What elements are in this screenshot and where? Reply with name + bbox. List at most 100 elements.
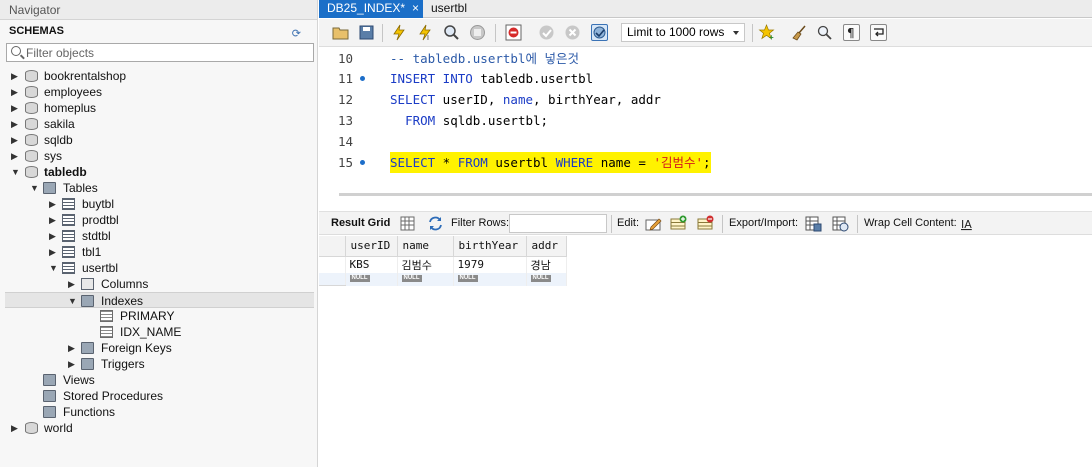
tree-columns-folder[interactable]: ▶ Columns [0,276,318,292]
tree-label: prodtbl [82,213,119,227]
table-icon [62,214,75,226]
table-stdtbl[interactable]: ▶ stdtbl [0,228,318,244]
expand-arrow-icon[interactable]: ▶ [68,340,78,356]
table-buytbl[interactable]: ▶ buytbl [0,196,318,212]
collapse-arrow-icon[interactable]: ▼ [30,180,40,196]
commit-icon[interactable] [538,24,555,41]
filter-rows-input[interactable] [509,214,607,233]
edit-label: Edit: [617,217,640,229]
limit-rows-select[interactable]: Limit to 1000 rows [621,23,745,42]
index-primary[interactable]: PRIMARY [0,308,318,324]
tree-stored-procedures-folder[interactable]: Stored Procedures [0,388,318,404]
null-cell[interactable]: NULL [345,272,398,286]
invisible-characters-icon[interactable]: ¶ [843,24,860,41]
expand-arrow-icon[interactable]: ▶ [49,212,59,228]
expand-arrow-icon[interactable]: ▶ [11,68,21,84]
row-header-corner[interactable] [319,236,346,257]
table-row[interactable]: KBS 김범수 1979 경남 [319,256,567,273]
word-wrap-icon[interactable] [870,24,887,41]
toolbar-separator [857,215,858,233]
tree-views-folder[interactable]: Views [0,372,318,388]
expand-arrow-icon[interactable]: ▶ [68,276,78,292]
tree-triggers-folder[interactable]: ▶ Triggers [0,356,318,372]
null-cell[interactable]: NULL [526,272,567,286]
index-idx-name[interactable]: IDX_NAME [0,324,318,340]
insert-row-icon[interactable] [670,215,687,232]
expand-arrow-icon[interactable]: ▶ [49,244,59,260]
table-prodtbl[interactable]: ▶ prodtbl [0,212,318,228]
expand-arrow-icon[interactable]: ▶ [11,116,21,132]
table-usertbl[interactable]: ▼ usertbl [0,260,318,276]
expand-arrow-icon[interactable]: ▶ [11,420,21,436]
stop-icon[interactable] [469,24,486,41]
close-tab-icon[interactable]: × [412,0,419,17]
collapse-arrow-icon[interactable]: ▼ [49,260,59,276]
sql-editor[interactable]: 10 -- tabledb.usertbl에 넣은것 11 INSERT INT… [319,48,1092,187]
filter-objects-input[interactable] [26,45,306,60]
table-tbl1[interactable]: ▶ tbl1 [0,244,318,260]
rollback-icon[interactable] [564,24,581,41]
row-header[interactable] [319,272,346,286]
editor-horizontal-scrollbar[interactable] [339,193,1092,196]
collapse-arrow-icon[interactable]: ▼ [68,293,78,309]
edit-row-icon[interactable] [645,215,662,232]
save-icon[interactable] [358,24,375,41]
schema-homeplus[interactable]: ▶ homeplus [0,100,318,116]
expand-arrow-icon[interactable]: ▶ [49,196,59,212]
refresh-icon[interactable] [427,215,444,232]
explain-icon[interactable] [443,24,460,41]
schema-world[interactable]: ▶ world [0,420,318,436]
add-snippet-star-icon[interactable]: + [758,24,775,41]
expand-arrow-icon[interactable]: ▶ [11,84,21,100]
cell-userid[interactable]: KBS [345,256,398,273]
expand-arrow-icon[interactable]: ▶ [11,132,21,148]
export-icon[interactable] [805,215,822,232]
null-cell[interactable]: NULL [397,272,454,286]
schema-employees[interactable]: ▶ employees [0,84,318,100]
tab-usertbl[interactable]: usertbl [423,0,467,18]
column-header-addr[interactable]: addr [526,236,567,257]
column-header-name[interactable]: name [397,236,454,257]
collapse-arrow-icon[interactable]: ▼ [11,164,21,180]
find-replace-icon[interactable] [816,24,833,41]
wrap-cell-content-icon[interactable]: IA [959,216,976,233]
expand-arrow-icon[interactable]: ▶ [11,100,21,116]
autocommit-toggle-icon[interactable] [591,24,608,41]
refresh-schemas-icon[interactable]: ⟳ [292,23,301,45]
schema-bookrentalshop[interactable]: ▶ bookrentalshop [0,68,318,84]
cell-birthyear[interactable]: 1979 [453,256,527,273]
expand-arrow-icon[interactable]: ▶ [11,148,21,164]
tree-tables-folder[interactable]: ▼ Tables [0,180,318,196]
schema-sakila[interactable]: ▶ sakila [0,116,318,132]
schema-sys[interactable]: ▶ sys [0,148,318,164]
filter-objects-box[interactable] [6,43,314,62]
new-row-placeholder[interactable]: NULL NULL NULL NULL [319,272,567,286]
row-header[interactable] [319,256,346,273]
tree-indexes-folder[interactable]: ▼ Indexes [5,292,314,308]
expand-arrow-icon[interactable]: ▶ [68,356,78,372]
sql-text: userID, [435,92,503,107]
tab-db25-index[interactable]: DB25_INDEX* × [319,0,423,18]
delete-row-icon[interactable] [697,215,714,232]
navigator-panel: Navigator SCHEMAS ⟳ ▶ bookrentalshop ▶ e… [0,0,318,467]
tree-foreign-keys-folder[interactable]: ▶ Foreign Keys [0,340,318,356]
beautify-broom-icon[interactable] [790,24,807,41]
cell-name[interactable]: 김범수 [397,256,454,273]
cell-addr[interactable]: 경남 [526,256,567,273]
column-header-birthyear[interactable]: birthYear [453,236,527,257]
null-cell[interactable]: NULL [453,272,527,286]
execute-current-icon[interactable]: I [417,24,434,41]
schema-tabledb[interactable]: ▼ tabledb [0,164,318,180]
column-header-userid[interactable]: userID [345,236,398,257]
expand-arrow-icon[interactable]: ▶ [49,228,59,244]
result-grid-label[interactable]: Result Grid [331,217,390,229]
schema-sqldb[interactable]: ▶ sqldb [0,132,318,148]
execute-all-icon[interactable] [391,24,408,41]
grid-view-icon[interactable] [399,215,416,232]
open-folder-icon[interactable] [332,24,349,41]
import-icon[interactable] [832,215,849,232]
tree-functions-folder[interactable]: Functions [0,404,318,420]
toggle-error-continue-icon[interactable] [505,24,522,41]
sql-text: name = [593,155,654,170]
tree-label: Tables [63,181,98,195]
